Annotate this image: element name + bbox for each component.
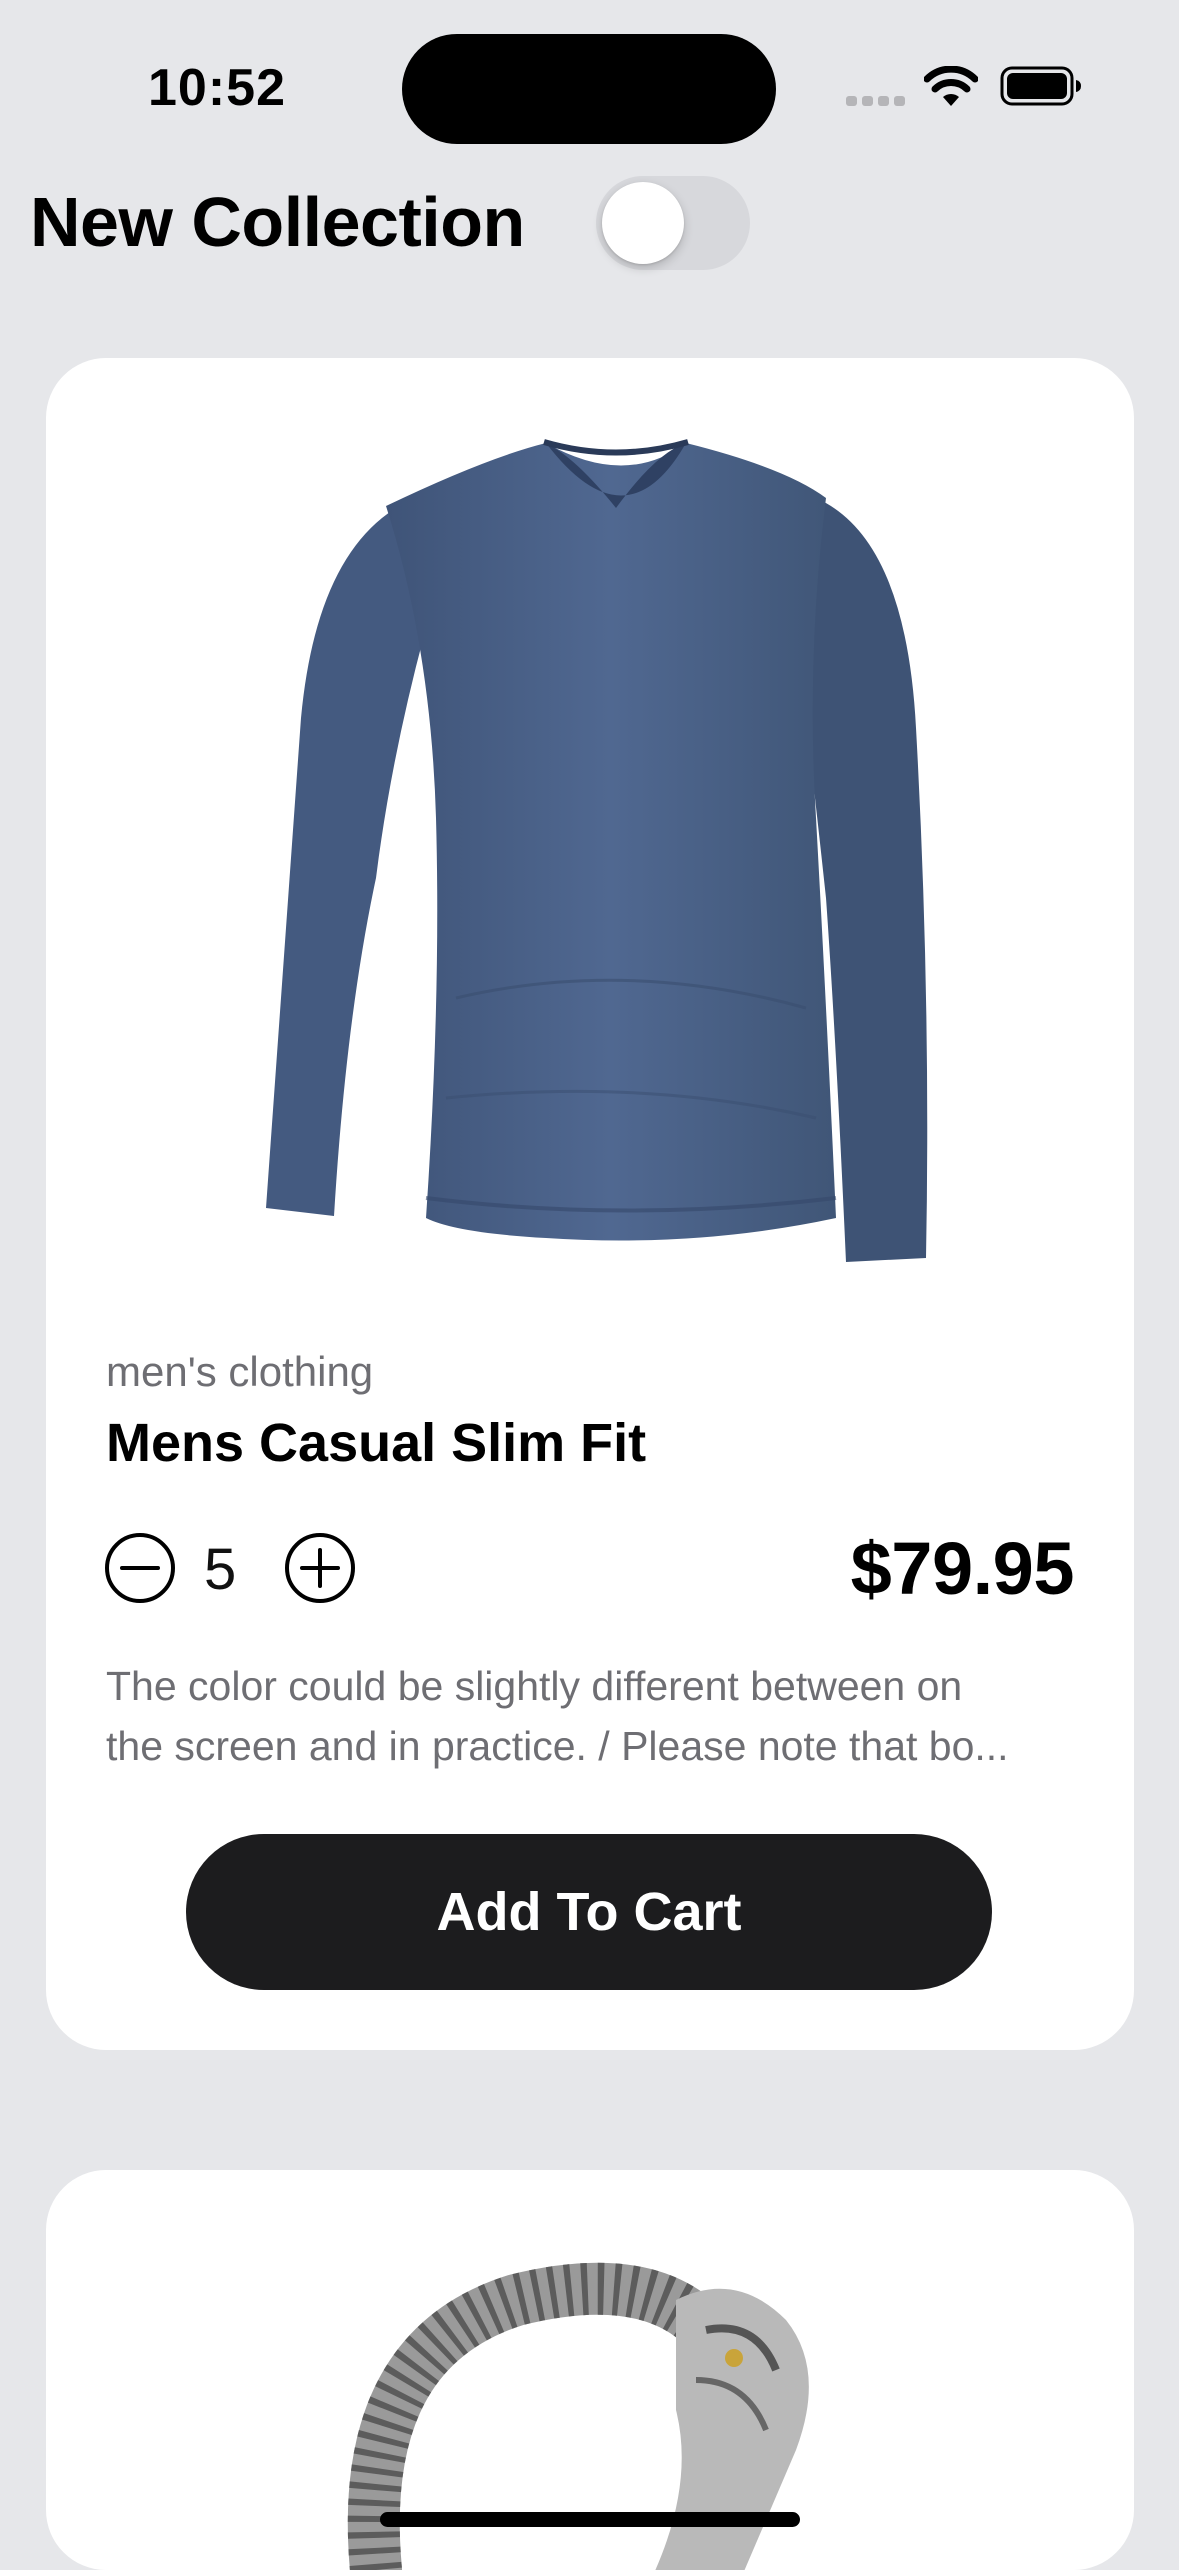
wifi-icon bbox=[924, 66, 978, 106]
product-price: $79.95 bbox=[850, 1527, 1075, 1610]
battery-icon bbox=[1000, 66, 1081, 106]
quantity-value: 5 bbox=[204, 1537, 237, 1602]
signal-icon bbox=[846, 96, 905, 106]
product-card[interactable] bbox=[46, 2170, 1134, 2570]
add-to-cart-button[interactable]: Add To Cart bbox=[186, 1834, 992, 1990]
home-indicator[interactable] bbox=[380, 2512, 800, 2527]
product-title: Mens Casual Slim Fit bbox=[106, 1413, 647, 1473]
decrease-quantity-button[interactable] bbox=[104, 1532, 176, 1604]
product-category: men's clothing bbox=[106, 1348, 374, 1395]
increase-quantity-button[interactable] bbox=[284, 1532, 356, 1604]
product-card[interactable]: men's clothing Mens Casual Slim Fit 5 $7… bbox=[46, 358, 1134, 2050]
toggle-knob[interactable] bbox=[602, 182, 684, 264]
product-image-shirt bbox=[266, 439, 928, 1262]
description-line: the screen and in practice. / Please not… bbox=[106, 1723, 1009, 1769]
status-time: 10:52 bbox=[148, 59, 286, 117]
collection-toggle[interactable] bbox=[596, 176, 750, 270]
dynamic-island bbox=[402, 34, 776, 144]
description-line: The color could be slightly different be… bbox=[106, 1663, 963, 1709]
page-title: New Collection bbox=[30, 183, 525, 261]
product-description: The color could be slightly different be… bbox=[106, 1656, 1076, 1776]
